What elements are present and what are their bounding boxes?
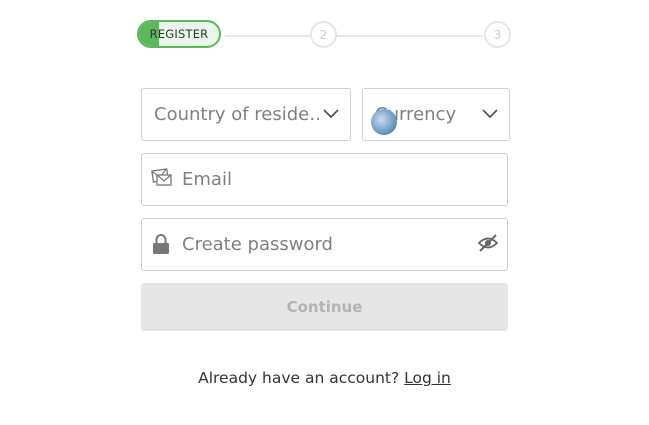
login-prompt: Already have an account? Log in [0,369,649,387]
step-2: 2 [310,21,337,48]
continue-button[interactable]: Continue [141,283,508,331]
login-link[interactable]: Log in [404,369,451,387]
mail-icon [151,168,172,186]
email-placeholder: Email [182,169,232,190]
eye-slash-icon[interactable] [477,233,499,253]
lock-icon [153,234,169,254]
step-register-label: REGISTER [149,27,209,41]
password-placeholder: Create password [182,234,333,255]
password-field[interactable]: Create password [141,218,508,271]
currency-select[interactable]: Currency [362,88,510,141]
chevron-down-icon [323,109,339,119]
stepper-connector-2 [340,35,483,37]
country-select-placeholder: Country of reside… [154,104,319,125]
chevron-down-icon [482,109,498,119]
registration-stepper: REGISTER 2 3 [137,20,514,52]
country-select[interactable]: Country of reside… [141,88,351,141]
login-prompt-text: Already have an account? [198,369,400,387]
globe-icon [371,109,397,135]
step-3: 3 [484,21,511,48]
email-field[interactable]: Email [141,153,508,206]
step-register: REGISTER [137,20,221,48]
